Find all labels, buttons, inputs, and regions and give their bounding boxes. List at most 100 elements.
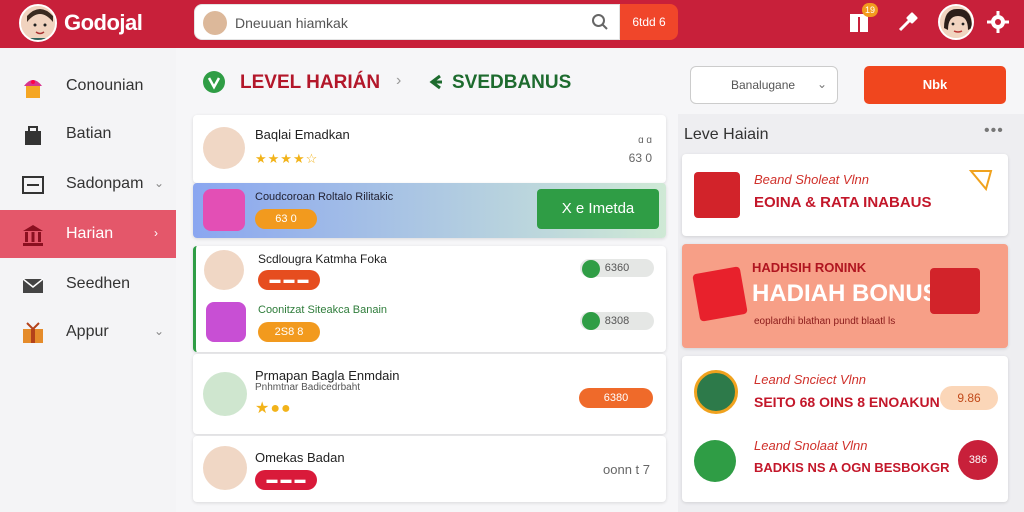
avatar — [203, 372, 247, 416]
sidebar-item-label: Conounian — [66, 77, 144, 94]
top-bar: Godojal Dneuuan hiamkak 6tdd 6 19 — [0, 0, 1024, 48]
list-item[interactable]: Prmapan Bagla Enmdain Pnhmtnar Badicedrb… — [193, 354, 666, 434]
list-item[interactable]: Baqlai Emadkan ★★★★☆ ɑ ɑ 63 0 — [193, 115, 666, 183]
search-button[interactable]: 6tdd 6 — [620, 4, 678, 40]
item-thumbnail — [206, 302, 246, 342]
sidebar-item-harian[interactable]: Harian › — [0, 210, 176, 258]
arrow-back-icon — [429, 74, 442, 90]
right-toolbar: Banalugane ⌄ Nbk — [678, 48, 1024, 114]
gift-box-icon — [692, 266, 748, 322]
gear-icon[interactable] — [986, 10, 1010, 34]
sidebar-item-sadonpam[interactable]: Sadonpam ⌄ — [0, 160, 176, 208]
level-icon — [203, 71, 225, 93]
row-meta-top: ɑ ɑ — [638, 135, 652, 146]
sidebar-item-seedhen[interactable]: Seedhen — [0, 260, 176, 308]
sidebar-item-batian[interactable]: Batian — [0, 110, 176, 158]
chevron-down-icon: ⌄ — [154, 176, 165, 190]
ticket-icon — [968, 170, 993, 192]
promo-card[interactable]: Beand Sholeat Vlnn EOINA & RATA INABAUS — [682, 154, 1008, 236]
badge-icon — [694, 370, 738, 414]
brand-avatar — [19, 4, 57, 42]
promo-card[interactable]: Leand Snciect Vlnn SEITO 68 OINS 8 ENOAK… — [682, 356, 1008, 502]
row-title[interactable]: Scdlougra Katmha Foka — [258, 252, 387, 266]
row-title[interactable]: Coonitzat Siteakca Banain — [258, 304, 387, 316]
primary-button[interactable]: Nbk — [864, 66, 1006, 104]
row-badge: 2S8 8 — [258, 322, 320, 342]
search-input[interactable]: Dneuuan hiamkak — [235, 15, 348, 31]
gift-icon — [23, 322, 43, 343]
notification-badge: 19 — [862, 3, 878, 17]
check-icon — [582, 260, 600, 278]
reward-button[interactable]: 6380 — [579, 388, 653, 408]
item-thumbnail — [203, 189, 245, 231]
row-meta: 63 0 — [628, 151, 652, 165]
banner-subtitle: HADHSIH RONINK — [752, 260, 867, 275]
chevron-down-icon: ⌄ — [154, 324, 165, 338]
list-item[interactable]: Omekas Badan ▬ ▬ ▬ oonn t 7 — [193, 436, 666, 502]
search-bar[interactable]: Dneuuan hiamkak — [194, 4, 620, 40]
claim-button[interactable]: X e Imetda — [537, 189, 659, 229]
sidebar-item-label: Appur — [66, 323, 109, 340]
promo-title: BADKIS NS A OGN BESBOKGR — [754, 460, 950, 475]
sidebar-item-label: Seedhen — [66, 275, 131, 292]
rating-stars: ★★★★☆ — [255, 151, 319, 166]
search-icon[interactable] — [591, 13, 609, 31]
sidebar-item-label: Harian — [66, 225, 114, 242]
sidebar-item-appur[interactable]: Appur ⌄ — [0, 308, 176, 356]
chevron-down-icon: ⌄ — [816, 77, 827, 91]
check-icon — [582, 312, 600, 330]
row-meta: oonn t 7 — [603, 462, 650, 477]
sidebar-item-label: Batian — [66, 125, 112, 142]
row-badge: 63 0 — [255, 209, 317, 229]
popcorn-icon — [930, 268, 980, 314]
more-icon[interactable]: ••• — [984, 122, 1004, 140]
tab-level-harian[interactable]: LEVEL HARIÁN — [240, 72, 380, 94]
row-subtitle: Pnhmtnar Badicedrbaht — [255, 382, 361, 393]
menu-icon — [22, 176, 44, 194]
bonus-banner[interactable]: HADHSIH RONINK HADIAH BONUS eoplardhi bl… — [682, 244, 1008, 348]
promo-subtitle: Leand Snciect Vlnn — [754, 372, 867, 387]
sidebar: Conounian Batian Sadonpam ⌄ Harian › See… — [0, 48, 176, 512]
floating-badge[interactable]: 386 — [958, 440, 998, 480]
promo-subtitle: Leand Snolaat Vlnn — [754, 438, 868, 453]
row-title: Prmapan Bagla Enmdain — [255, 368, 400, 383]
banner-title: HADIAH BONUS — [752, 280, 939, 307]
dropdown-value: Banalugane — [731, 78, 796, 92]
row-title: Baqlai Emadkan — [255, 127, 350, 142]
fruit-icon — [694, 440, 736, 482]
tools-icon[interactable] — [896, 10, 920, 34]
cupcake-icon — [24, 80, 42, 98]
avatar — [204, 250, 244, 290]
avatar — [203, 127, 245, 169]
progress-badge: ▬ ▬ ▬ — [255, 470, 317, 490]
list-item-highlighted[interactable]: Coudcoroan Roltalo Rilitakic 63 0 X e Im… — [193, 183, 666, 238]
filter-dropdown[interactable]: Banalugane ⌄ — [690, 66, 838, 104]
right-panel: Banalugane ⌄ Nbk Leve Haiain ••• Beand S… — [678, 48, 1024, 512]
progress-badge: ▬ ▬ ▬ — [258, 270, 320, 290]
avatar — [203, 446, 247, 490]
reward-badge[interactable]: 9.86 — [940, 386, 998, 410]
row-title: Coudcoroan Roltalo Rilitakic — [255, 191, 394, 203]
user-avatar[interactable] — [938, 4, 974, 40]
banner-caption: eoplardhi blathan pundt blaatl ls — [754, 316, 896, 327]
sidebar-item-conounian[interactable]: Conounian — [0, 62, 176, 110]
promo-title: EOINA & RATA INABAUS — [754, 194, 932, 211]
promo-title: SEITO 68 OINS 8 ENOAKUN — [754, 394, 940, 410]
mail-icon — [22, 278, 44, 293]
popcorn-icon — [694, 172, 740, 218]
bank-icon — [23, 225, 43, 246]
chevron-right-icon: › — [154, 226, 158, 240]
section-title: Leve Haiain — [684, 126, 769, 143]
search-avatar — [203, 11, 227, 35]
rating-stars: ★●● — [255, 400, 292, 417]
main-panel: LEVEL HARIÁN › SVEDBANUS Baqlai Emadkan … — [176, 48, 678, 512]
promo-subtitle: Beand Sholeat Vlnn — [754, 172, 869, 187]
tab-separator: › — [396, 72, 402, 89]
briefcase-icon — [25, 126, 41, 145]
row-title: Omekas Badan — [255, 450, 345, 465]
tab-svedbanus[interactable]: SVEDBANUS — [452, 72, 571, 94]
sidebar-item-label: Sadonpam — [66, 175, 144, 192]
list-group: Scdlougra Katmha Foka ▬ ▬ ▬ 6360 Coonitz… — [193, 246, 666, 352]
tab-bar: LEVEL HARIÁN › SVEDBANUS — [176, 48, 678, 114]
app-name[interactable]: Godojal — [64, 10, 143, 36]
